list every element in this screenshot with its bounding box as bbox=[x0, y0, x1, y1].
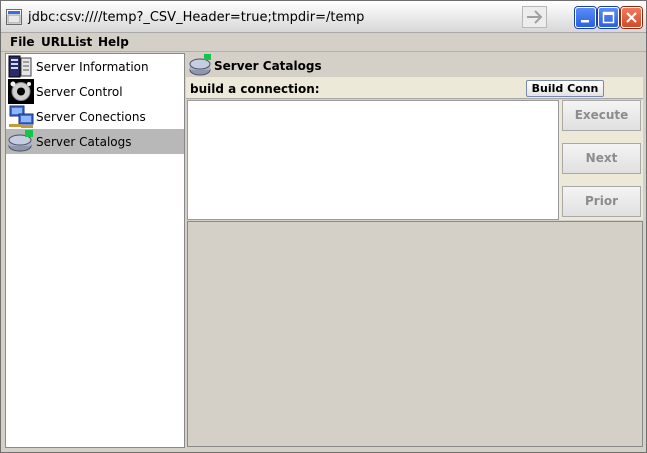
title-bar[interactable]: jdbc:csv:////temp?_CSV_Header=true;tmpdi… bbox=[1, 1, 646, 33]
application-window: jdbc:csv:////temp?_CSV_Header=true;tmpdi… bbox=[0, 0, 647, 453]
maximize-button[interactable] bbox=[598, 7, 619, 28]
menu-help[interactable]: Help bbox=[98, 35, 129, 49]
forward-arrow-button[interactable] bbox=[522, 6, 547, 28]
content-panel: Server Catalogs build a connection: Buil… bbox=[186, 53, 643, 448]
nav-item-label: Server Catalogs bbox=[36, 135, 132, 149]
panel-title: Server Catalogs bbox=[214, 59, 322, 73]
minimize-icon bbox=[581, 20, 589, 23]
menu-bar: File URLList Help bbox=[1, 33, 646, 52]
server-info-icon bbox=[8, 55, 32, 78]
close-icon bbox=[626, 12, 637, 23]
computers-network-icon bbox=[9, 105, 34, 128]
prior-button[interactable]: Prior bbox=[562, 186, 641, 217]
minimize-button[interactable] bbox=[575, 7, 596, 28]
connection-label: build a connection: bbox=[190, 82, 320, 96]
window-title: jdbc:csv:////temp?_CSV_Header=true;tmpdi… bbox=[28, 10, 365, 25]
build-conn-button[interactable]: Build Conn bbox=[526, 80, 604, 97]
java-app-icon bbox=[6, 9, 22, 25]
disk-catalog-icon bbox=[189, 54, 211, 76]
menu-file[interactable]: File bbox=[10, 35, 35, 49]
nav-item-server-information[interactable]: Server Information bbox=[6, 54, 184, 79]
results-area[interactable] bbox=[187, 221, 643, 447]
nav-item-label: Server Conections bbox=[36, 110, 146, 124]
nav-item-server-control[interactable]: Server Control bbox=[6, 79, 184, 104]
nav-item-server-catalogs[interactable]: Server Catalogs bbox=[6, 129, 184, 154]
nav-item-server-conections[interactable]: Server Conections bbox=[6, 104, 184, 129]
menu-urllist[interactable]: URLList bbox=[41, 35, 92, 49]
arrow-right-icon bbox=[527, 10, 543, 24]
action-buttons: Execute Next Prior bbox=[559, 100, 643, 220]
close-button[interactable] bbox=[621, 7, 642, 28]
nav-item-label: Server Control bbox=[36, 85, 123, 99]
nav-item-label: Server Information bbox=[36, 60, 149, 74]
disk-catalog-icon bbox=[8, 130, 33, 152]
panel-header: Server Catalogs bbox=[186, 53, 643, 77]
gear-icon bbox=[8, 79, 34, 104]
maximize-icon bbox=[602, 11, 615, 24]
query-text-area[interactable] bbox=[187, 100, 559, 220]
navigation-list: Server Information Server Control Server bbox=[5, 53, 185, 448]
connection-row: build a connection: Build Conn bbox=[186, 77, 643, 99]
next-button[interactable]: Next bbox=[562, 143, 641, 174]
execute-button[interactable]: Execute bbox=[562, 100, 641, 131]
